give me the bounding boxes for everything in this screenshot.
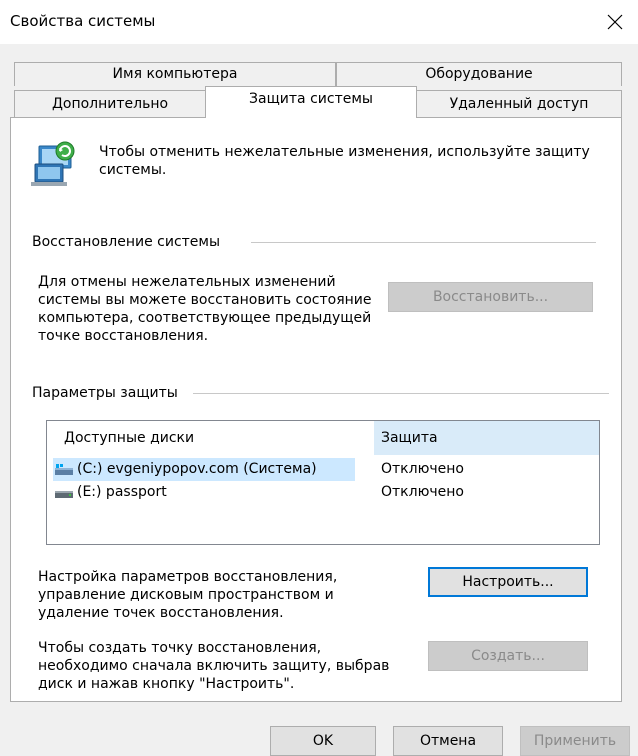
close-icon [607,14,623,30]
system-protection-panel: Чтобы отменить нежелательные изменения, … [10,117,622,702]
title-bar: Свойства системы [0,0,638,44]
protection-group-title: Параметры защиты [32,385,178,401]
drive-row-c[interactable]: (C:) evgeniypopov.com (Система) Отключен… [47,458,599,481]
intro-text: Чтобы отменить нежелательные изменения, … [99,144,590,178]
close-button[interactable] [592,0,638,44]
protection-group-line [193,393,609,394]
configure-button[interactable]: Настроить... [428,567,588,597]
system-protection-icon [31,141,75,186]
drives-list-header: Доступные диски Защита [47,421,599,455]
tab-advanced[interactable]: Дополнительно [14,90,206,118]
create-description: Чтобы создать точку восстановления, необ… [38,640,390,692]
column-header-drives[interactable]: Доступные диски [47,421,374,455]
configure-description: Настройка параметров восстановления, упр… [38,569,338,621]
create-button[interactable]: Создать... [428,641,588,671]
drive-name: (E:) passport [77,484,167,500]
apply-button[interactable]: Применить [520,726,630,756]
tab-hardware[interactable]: Оборудование [336,62,622,86]
restore-description: Для отмены нежелательных изменений систе… [38,274,372,344]
tab-computer-name[interactable]: Имя компьютера [14,62,336,86]
tab-system-protection[interactable]: Защита системы [205,86,417,118]
restore-group-title: Восстановление системы [32,234,221,250]
drives-list[interactable]: Доступные диски Защита (C:) evgeniypopov… [46,420,600,545]
cancel-button[interactable]: Отмена [393,726,503,756]
drive-icon [55,491,73,498]
tab-remote[interactable]: Удаленный доступ [416,90,622,118]
system-drive-icon [55,464,73,475]
drive-row-e[interactable]: (E:) passport Отключено [47,481,599,504]
restore-group-line [251,242,596,243]
drive-name: (C:) evgeniypopov.com (Система) [77,461,317,477]
drive-protection: Отключено [381,461,464,477]
drive-protection: Отключено [381,484,464,500]
window-title: Свойства системы [10,12,156,30]
restore-button[interactable]: Восстановить... [388,282,593,312]
column-header-protection[interactable]: Защита [374,421,599,455]
ok-button[interactable]: OK [270,726,376,756]
